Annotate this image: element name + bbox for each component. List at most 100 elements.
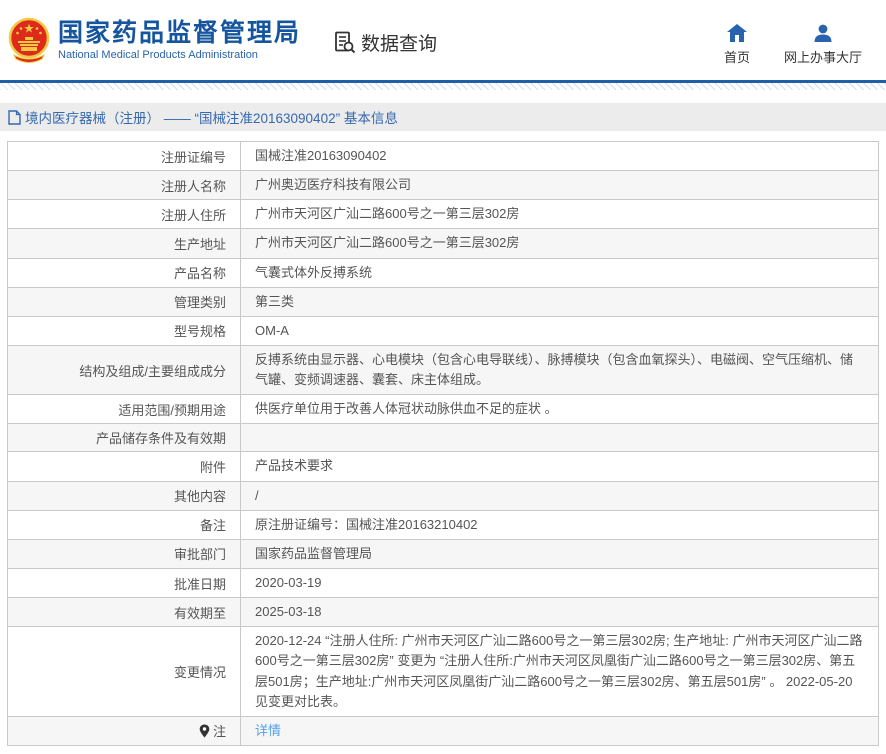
field-value-cell: / xyxy=(241,482,878,510)
field-value-cell: 国家药品监督管理局 xyxy=(241,540,878,568)
table-row: 注册证编号 国械注准20163090402 xyxy=(8,142,878,172)
field-value-cell: 广州市天河区广汕二路600号之一第三层302房 xyxy=(241,200,878,228)
field-label: 产品名称 xyxy=(8,258,241,287)
field-value-cell: 2025-03-18 xyxy=(241,598,878,626)
nmpa-logo[interactable]: 国家药品监督管理局 National Medical Products Admi… xyxy=(8,17,301,63)
field-label: 注 xyxy=(8,716,241,745)
field-value-cell: 原注册证编号：国械注准20163210402 xyxy=(241,511,878,539)
field-label-text: 其他内容 xyxy=(173,489,226,505)
field-value-cell: 反搏系统由显示器、心电模块（包含心电导联线）、脉搏模块（包含血氧探头）、电磁阀、… xyxy=(241,346,878,394)
org-name-cn: 国家药品监督管理局 xyxy=(58,18,302,47)
field-value-cell: OM-A xyxy=(241,317,878,345)
table-row: 产品储存条件及有效期 xyxy=(8,424,878,453)
field-label: 有效期至 xyxy=(8,598,241,627)
field-value: 国械注准20163090402 xyxy=(255,148,387,163)
table-row: 附件 产品技术要求 xyxy=(8,452,878,482)
national-emblem-icon xyxy=(8,17,50,63)
table-row: 备注 原注册证编号：国械注准20163210402 xyxy=(8,510,878,540)
nav-service-hall-label: 网上办事大厅 xyxy=(783,50,862,65)
field-value-cell: 国械注准20163090402 xyxy=(241,142,878,170)
field-label-text: 注册人住所 xyxy=(160,207,226,223)
field-label: 审批部门 xyxy=(8,539,241,568)
table-row: 审批部门 国家药品监督管理局 xyxy=(8,539,878,569)
field-label-text: 型号规格 xyxy=(173,324,226,340)
field-value: 第三类 xyxy=(255,293,295,309)
field-label-text: 变更情况 xyxy=(173,665,226,681)
nav-home[interactable]: 首页 xyxy=(724,24,750,66)
field-label-text: 结构及组成/主要组成成分 xyxy=(79,363,226,379)
field-label: 其他内容 xyxy=(8,481,241,510)
table-row: 注 详情 xyxy=(8,716,878,745)
field-value-cell: 供医疗单位用于改善人体冠状动脉供血不足的症状 。 xyxy=(241,395,878,423)
org-name-en: National Medical Products Administration xyxy=(58,49,258,62)
field-value-cell: 2020-12-24 “注册人住所: 广州市天河区广汕二路600号之一第三层30… xyxy=(241,627,878,716)
nav-service-hall[interactable]: 网上办事大厅 xyxy=(784,24,862,66)
field-value: 2025-03-18 xyxy=(255,604,322,620)
pin-icon xyxy=(199,724,210,738)
field-label: 注册人名称 xyxy=(8,171,241,200)
field-label: 适用范围/预期用途 xyxy=(8,395,241,424)
table-row: 产品名称 气囊式体外反搏系统 xyxy=(8,258,878,288)
table-row: 管理类别 第三类 xyxy=(8,287,878,317)
field-label: 注册人住所 xyxy=(8,200,241,229)
field-label: 结构及组成/主要组成成分 xyxy=(8,345,241,395)
field-label: 注册证编号 xyxy=(8,142,241,171)
field-label: 型号规格 xyxy=(8,316,241,345)
data-query-section[interactable]: 数据查询 xyxy=(333,29,437,56)
field-value: 2020-12-24 “注册人住所: 广州市天河区广汕二路600号之一第三层30… xyxy=(255,633,863,709)
field-value: 广州奥迈医疗科技有限公司 xyxy=(255,177,412,193)
field-value-cell: 广州市天河区广汕二路600号之一第三层302房 xyxy=(241,229,878,257)
site-header: 国家药品监督管理局 National Medical Products Admi… xyxy=(0,0,886,80)
field-label: 附件 xyxy=(8,452,241,481)
breadcrumb: 境内医疗器械（注册） —— “国械注准20163090402” 基本信息 xyxy=(0,103,886,131)
field-label: 备注 xyxy=(8,510,241,539)
field-value: / xyxy=(255,487,259,503)
field-value: 国家药品监督管理局 xyxy=(255,545,373,561)
field-value: 广州市天河区广汕二路600号之一第三层302房 xyxy=(255,235,520,251)
field-label-text: 注册人名称 xyxy=(160,178,226,194)
field-label-text: 管理类别 xyxy=(173,295,226,311)
section-title: 数据查询 xyxy=(361,33,438,55)
field-label-text: 注册证编号 xyxy=(160,149,226,165)
table-row: 注册人住所 广州市天河区广汕二路600号之一第三层302房 xyxy=(8,200,878,230)
field-value: 供医疗单位用于改善人体冠状动脉供血不足的症状 。 xyxy=(255,401,558,417)
field-value: 产品技术要求 xyxy=(255,458,334,474)
hatch-strip xyxy=(0,83,886,90)
detail-link[interactable]: 详情 xyxy=(255,721,281,741)
field-value-cell: 气囊式体外反搏系统 xyxy=(241,259,878,287)
field-value: 气囊式体外反搏系统 xyxy=(255,264,373,280)
field-value-cell: 第三类 xyxy=(241,288,878,316)
header-nav: 首页 网上办事大厅 xyxy=(724,24,876,66)
field-label: 管理类别 xyxy=(8,287,241,316)
table-row: 适用范围/预期用途 供医疗单位用于改善人体冠状动脉供血不足的症状 。 xyxy=(8,395,878,425)
field-label-text: 附件 xyxy=(199,459,226,475)
table-row: 型号规格 OM-A xyxy=(8,316,878,346)
field-label: 产品储存条件及有效期 xyxy=(8,424,241,452)
field-label-text: 适用范围/预期用途 xyxy=(118,402,226,418)
page: 国家药品监督管理局 National Medical Products Admi… xyxy=(0,0,886,754)
field-value-cell: 2020-03-19 xyxy=(241,569,878,597)
field-value-cell: 广州奥迈医疗科技有限公司 xyxy=(241,171,878,199)
field-label: 生产地址 xyxy=(8,229,241,258)
field-value-cell: 详情 xyxy=(241,717,878,745)
field-label-text: 有效期至 xyxy=(173,605,226,621)
table-row: 其他内容 / xyxy=(8,481,878,511)
table-row: 生产地址 广州市天河区广汕二路600号之一第三层302房 xyxy=(8,229,878,259)
field-value: OM-A xyxy=(255,322,289,338)
field-value: 2020-03-19 xyxy=(255,574,322,590)
field-label-text: 产品名称 xyxy=(173,266,226,282)
field-label: 批准日期 xyxy=(8,568,241,598)
field-label-text: 产品储存条件及有效期 xyxy=(95,431,226,447)
field-value-cell: 产品技术要求 xyxy=(241,452,878,480)
registration-info-table: 注册证编号 国械注准20163090402 注册人名称 广州奥迈医疗科技有限公司注册人… xyxy=(7,141,879,746)
home-icon xyxy=(726,24,747,42)
field-label-text: 审批部门 xyxy=(173,547,226,563)
table-row: 结构及组成/主要组成成分 反搏系统由显示器、心电模块（包含心电导联线）、脉搏模块（… xyxy=(8,345,878,396)
field-value-cell xyxy=(241,424,878,451)
field-label-text: 注 xyxy=(212,724,226,740)
field-label-text: 批准日期 xyxy=(173,576,226,592)
doc-search-icon xyxy=(335,31,356,54)
field-value: 广州市天河区广汕二路600号之一第三层302房 xyxy=(255,206,520,222)
user-icon xyxy=(814,24,832,42)
field-value: 原注册证编号：国械注准20163210402 xyxy=(255,516,478,532)
